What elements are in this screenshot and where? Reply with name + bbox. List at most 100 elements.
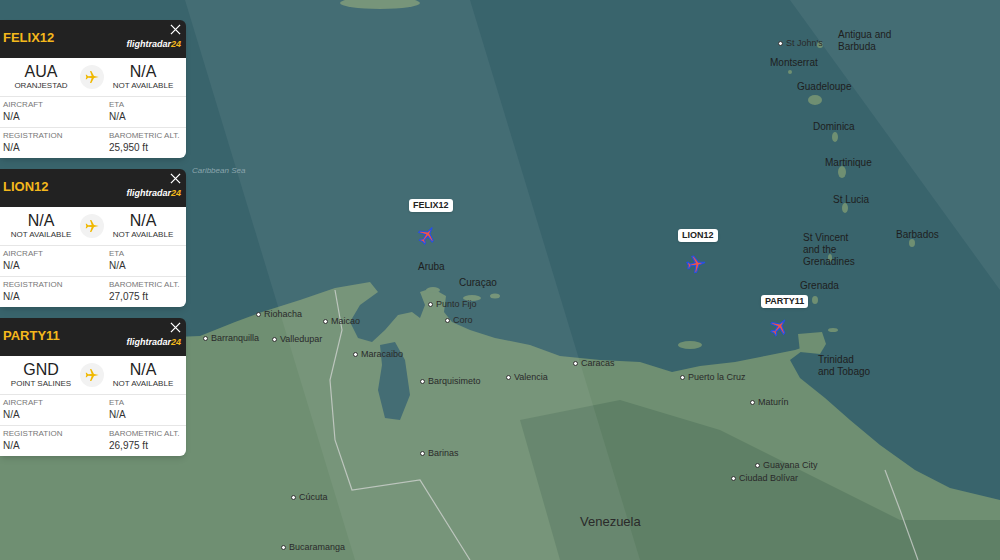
map-label: Cúcuta [291,492,328,503]
label-line: Maturín [758,397,789,408]
aircraft-icon[interactable] [683,251,708,276]
map-label: Barquisimeto [420,376,481,387]
city-dot [506,375,511,380]
callsign-tag[interactable]: PARTY11 [761,295,808,308]
label-line: Barquisimeto [428,376,481,387]
panel-header: LION12flightradar24 [0,169,186,207]
route-row: AUAORANJESTADN/ANOT AVAILABLE [0,58,186,96]
label-line: Ciudad Bolívar [739,473,798,484]
field: AIRCRAFTN/A [0,395,106,425]
label-line: Montserrat [770,57,818,69]
map-label: Puerto la Cruz [680,372,746,383]
map-label: Maracaibo [353,349,403,360]
label-line: Barbados [896,229,939,241]
city-dot [256,312,261,317]
city-dot [680,375,685,380]
callsign-tag[interactable]: FELIX12 [409,199,453,212]
panel-body: AUAORANJESTADN/ANOT AVAILABLEAIRCRAFTN/A… [0,58,186,158]
label-line: St Vincent [803,232,855,244]
label-line: Valencia [514,372,548,383]
label-line: Punto Fijo [436,299,477,310]
field: REGISTRATIONN/A [0,426,106,456]
city-dot [445,318,450,323]
label-line: Guayana City [763,460,818,471]
map-label: Dominica [813,121,855,133]
map-label: St John's [778,38,823,49]
field-row: REGISTRATIONN/ABAROMETRIC ALT.27,075 ft [0,276,186,307]
label-line: St Lucia [833,194,869,206]
label-line: Venezuela [580,514,641,529]
label-line: Aruba [418,261,445,273]
field: ETAN/A [106,395,186,425]
map-label: Barbados [896,229,939,241]
city-dot [291,495,296,500]
flight-panel: LION12flightradar24N/ANOT AVAILABLEN/ANO… [0,169,186,307]
label-line: Trinidad [818,354,870,366]
label-line: Guadeloupe [797,81,852,93]
map-label: Aruba [418,261,445,273]
map-label: Grenada [800,280,839,292]
destination: N/ANOT AVAILABLE [104,212,182,240]
label-line: Maracaibo [361,349,403,360]
label-line: Barranquilla [211,333,259,344]
route-row: N/ANOT AVAILABLEN/ANOT AVAILABLE [0,207,186,245]
panel-header: FELIX12 flightradar24 [0,20,186,58]
city-dot [272,337,277,342]
map-label: Montserrat [770,57,818,69]
label-line: Martinique [825,157,872,169]
callsign: FELIX12 [3,28,54,48]
city-dot [428,302,433,307]
field-row: AIRCRAFTN/AETAN/A [0,394,186,425]
close-icon[interactable] [170,24,181,35]
map-label: St Lucia [833,194,869,206]
close-icon[interactable] [170,173,181,184]
field: ETAN/A [106,97,186,127]
brand-logo: flightradar24 [126,39,181,49]
destination: N/ANOT AVAILABLE [104,63,182,91]
field-row: AIRCRAFTN/AETAN/A [0,96,186,127]
city-dot [750,400,755,405]
label-line: Valledupar [280,334,322,345]
map-label: Curaçao [459,277,497,289]
field: BAROMETRIC ALT.26,975 ft [106,426,186,456]
map-label: Caracas [573,358,615,369]
label-line: Caribbean Sea [192,166,245,176]
brand-logo: flightradar24 [126,337,181,347]
flight-map-screen: Antigua andBarbudaSt John'sMontserratGua… [0,0,1000,560]
close-icon[interactable] [170,322,181,333]
label-line: Maicao [331,316,360,327]
map-label: Maturín [750,397,789,408]
field: BAROMETRIC ALT.25,950 ft [106,128,186,158]
map-label: Barinas [420,448,459,459]
callsign-tag[interactable]: LION12 [678,229,718,242]
label-line: Grenadines [803,256,855,268]
city-dot [323,319,328,324]
map-label: Riohacha [256,309,302,320]
label-line: Caracas [581,358,615,369]
city-dot [353,352,358,357]
map-label: Martinique [825,157,872,169]
map-label: Ciudad Bolívar [731,473,798,484]
map-label: Trinidadand Tobago [818,354,870,378]
label-line: St John's [786,38,823,49]
map-label: Guadeloupe [797,81,852,93]
route-row: GNDPOINT SALINESN/ANOT AVAILABLE [0,356,186,394]
label-line: Antigua and [838,29,891,41]
aircraft-icon[interactable] [764,312,795,343]
label-line: Curaçao [459,277,497,289]
flight-panel: PARTY11flightradar24GNDPOINT SALINESN/AN… [0,318,186,456]
map-label: Venezuela [580,514,641,529]
label-line: Puerto la Cruz [688,372,746,383]
map-label: Maicao [323,316,360,327]
origin: GNDPOINT SALINES [2,361,80,389]
border-line [885,470,918,560]
panel-body: N/ANOT AVAILABLEN/ANOT AVAILABLEAIRCRAFT… [0,207,186,307]
city-dot [420,451,425,456]
label-line: Bucaramanga [289,542,345,553]
label-line: Coro [453,315,473,326]
field: REGISTRATIONN/A [0,128,106,158]
map-label: Barranquilla [203,333,259,344]
field: AIRCRAFTN/A [0,246,106,276]
field-row: REGISTRATIONN/ABAROMETRIC ALT.25,950 ft [0,127,186,158]
label-line: and the [803,244,855,256]
